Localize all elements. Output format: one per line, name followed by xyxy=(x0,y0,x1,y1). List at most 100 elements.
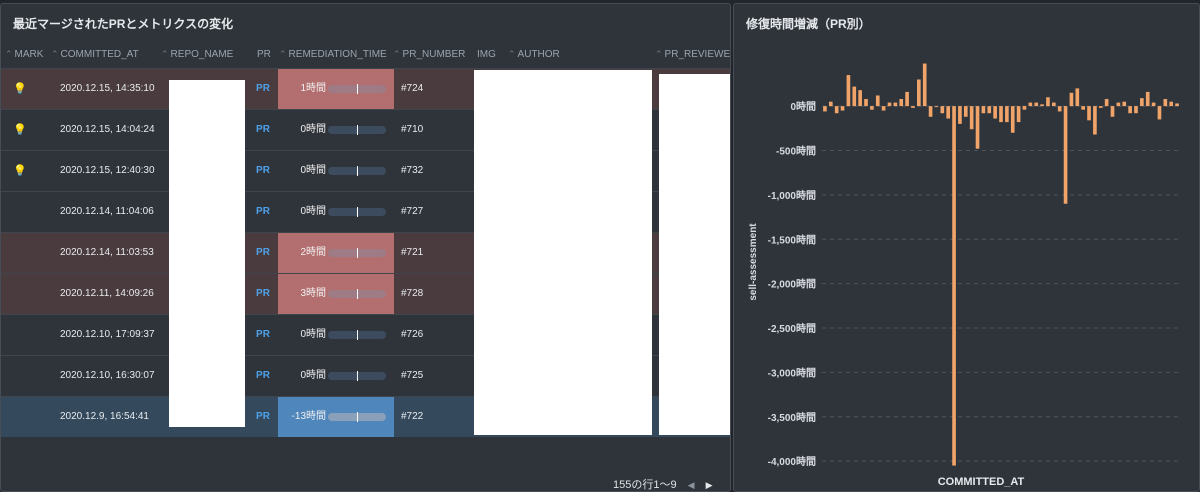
bulb-icon: 💡 xyxy=(13,165,27,177)
next-page-icon[interactable]: ▶ xyxy=(706,480,713,491)
pr-number-cell: #725 xyxy=(401,370,424,381)
pr-number-cell: #728 xyxy=(401,288,424,299)
bar xyxy=(1122,101,1127,107)
bar xyxy=(864,99,868,107)
bar xyxy=(1169,101,1174,107)
pr-number-cell: #722 xyxy=(401,411,424,422)
column-header-repo-name[interactable]: ⌃ REPO_NAME xyxy=(161,49,233,60)
pr-link[interactable]: PR xyxy=(248,69,278,109)
committed-at-cell: 2020.12.10, 17:09:37 xyxy=(60,329,155,340)
remediation-bar xyxy=(328,248,386,258)
y-tick-label: -2,500時間 xyxy=(768,322,816,335)
y-tick-label: -3,000時間 xyxy=(768,366,816,379)
remediation-bar xyxy=(328,166,386,176)
committed-at-cell: 2020.12.9, 16:54:41 xyxy=(60,411,149,422)
remediation-time-value: 0時間 xyxy=(300,329,326,340)
remediation-bar xyxy=(328,125,386,135)
bar xyxy=(1093,106,1097,135)
bar xyxy=(1116,102,1121,107)
x-axis-label: COMMITTED_AT xyxy=(938,476,1025,488)
committed-at-cell: 2020.12.14, 11:04:06 xyxy=(60,206,154,217)
pr-number-cell: #727 xyxy=(401,206,424,217)
column-header-pr-reviewer[interactable]: ⌃ PR_REVIEWER xyxy=(655,49,730,60)
pr-link[interactable]: PR xyxy=(248,233,278,273)
bar xyxy=(858,90,862,107)
remediation-bar xyxy=(328,84,386,94)
y-tick-label: -1,000時間 xyxy=(768,189,816,202)
bar xyxy=(1157,106,1162,120)
pr-link[interactable]: PR xyxy=(248,397,278,437)
remediation-time-value: 0時間 xyxy=(300,370,326,381)
bar xyxy=(975,106,980,149)
table-panel: 最近マージされたPRとメトリクスの変化 ⌃ MARK ⌃ COMMITTED_AT … xyxy=(0,3,731,492)
bar xyxy=(840,106,845,111)
bar xyxy=(963,106,968,117)
bar xyxy=(999,106,1003,123)
bar xyxy=(834,106,839,114)
bar xyxy=(952,106,956,466)
remediation-time-value: 2時間 xyxy=(300,247,326,258)
y-tick-label: -2,000時間 xyxy=(768,278,816,291)
committed-at-cell: 2020.12.15, 14:04:24 xyxy=(60,124,155,135)
bar xyxy=(1028,102,1033,107)
remediation-time-value: 1時間 xyxy=(300,83,326,94)
column-header-pr[interactable]: PR xyxy=(257,49,271,60)
bar xyxy=(1087,106,1091,121)
pr-link[interactable]: PR xyxy=(248,110,278,150)
column-header-pr-number[interactable]: ⌃ PR_NUMBER xyxy=(393,49,465,60)
remediation-time-value: -13時間 xyxy=(291,411,326,422)
remediation-time-cell: 0時間 xyxy=(278,356,394,396)
bar xyxy=(899,99,904,107)
bar xyxy=(1040,104,1044,107)
bar xyxy=(987,106,992,114)
remediation-bar xyxy=(328,371,386,381)
bar xyxy=(946,106,950,119)
remediation-time-value: 0時間 xyxy=(300,206,326,217)
bar xyxy=(1081,106,1085,110)
bar xyxy=(993,106,997,119)
y-axis-label: sell-assessment xyxy=(748,223,759,301)
committed-at-cell: 2020.12.15, 14:35:10 xyxy=(60,83,155,94)
pr-link[interactable]: PR xyxy=(248,192,278,232)
column-header-img[interactable]: IMG xyxy=(477,49,496,60)
remediation-bar xyxy=(328,330,386,340)
remediation-time-cell: 3時間 xyxy=(278,274,394,314)
redacted-repo-name-column xyxy=(169,80,245,427)
prev-page-icon[interactable]: ◀ xyxy=(688,480,695,491)
column-header-author[interactable]: ⌃ AUTHOR xyxy=(508,49,560,60)
bar xyxy=(981,106,986,114)
remediation-bar xyxy=(328,207,386,217)
remediation-time-cell: -13時間 xyxy=(278,397,394,437)
bulb-icon xyxy=(13,192,29,232)
bar xyxy=(1104,99,1109,107)
pr-link[interactable]: PR xyxy=(248,151,278,191)
pr-link[interactable]: PR xyxy=(248,274,278,314)
bulb-icon xyxy=(13,356,29,396)
column-header-remediation-time[interactable]: ⌃ REMEDIATION_TIME xyxy=(279,49,387,60)
bar xyxy=(934,106,939,108)
bulb-icon xyxy=(13,233,29,273)
y-tick-label: -4,000時間 xyxy=(768,455,816,468)
bar xyxy=(1134,106,1138,114)
bar xyxy=(958,106,962,124)
bar xyxy=(1046,97,1050,107)
column-header-mark[interactable]: ⌃ MARK xyxy=(5,49,43,60)
committed-at-cell: 2020.12.11, 14:09:26 xyxy=(60,288,154,299)
y-tick-label: -500時間 xyxy=(776,145,816,158)
remediation-time-value: 3時間 xyxy=(300,288,326,299)
bar-chart: 0時間 -500時間 -1,000時間 -1,500時間 -2,000時間 -2,500時… xyxy=(748,63,1180,488)
bar xyxy=(969,106,974,130)
bar xyxy=(852,86,857,107)
bar xyxy=(1098,106,1103,108)
pr-number-cell: #721 xyxy=(401,247,424,258)
redacted-author-column xyxy=(474,70,652,435)
pr-link[interactable]: PR xyxy=(248,315,278,355)
bar xyxy=(1075,88,1080,107)
bulb-icon xyxy=(13,315,29,355)
table-title: 最近マージされたPRとメトリクスの変化 xyxy=(13,17,234,31)
column-header-committed-at[interactable]: ⌃ COMMITTED_AT xyxy=(51,49,139,60)
bar xyxy=(1110,106,1115,117)
pr-link[interactable]: PR xyxy=(248,356,278,396)
y-tick-label: -3,500時間 xyxy=(768,411,816,424)
committed-at-cell: 2020.12.15, 12:40:30 xyxy=(60,165,155,176)
